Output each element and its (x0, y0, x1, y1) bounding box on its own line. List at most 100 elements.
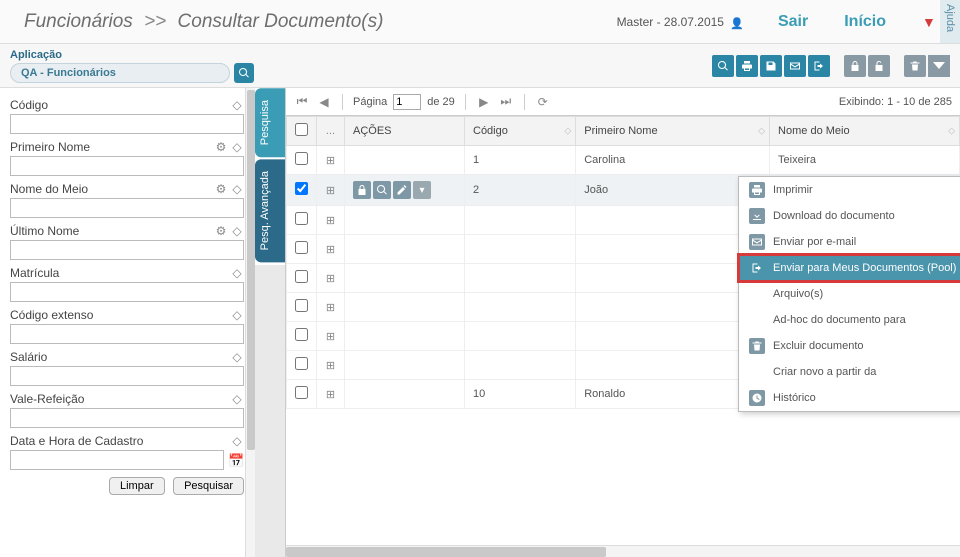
col-codigo[interactable]: Código◇ (465, 117, 576, 146)
clear-icon[interactable]: ◇ (230, 224, 244, 238)
row-checkbox[interactable] (295, 357, 308, 370)
row-expand[interactable]: ⊞ (317, 293, 345, 322)
user-icon[interactable] (730, 16, 740, 28)
field-input[interactable] (10, 366, 244, 386)
logout-button[interactable]: Sair (760, 5, 826, 39)
field-label: Vale-Refeição (10, 392, 84, 406)
row-expand[interactable]: ⊞ (317, 175, 345, 206)
gear-icon[interactable]: ⚙ (214, 182, 228, 196)
toolbar-export-button[interactable] (808, 55, 830, 77)
row-checkbox[interactable] (295, 299, 308, 312)
field-input[interactable] (10, 450, 224, 470)
clear-icon[interactable]: ◇ (230, 434, 244, 448)
row-lock-button[interactable] (353, 181, 371, 199)
context-menu-label: Excluir documento (773, 340, 864, 352)
col-primeiro-nome[interactable]: Primeiro Nome◇ (576, 117, 770, 146)
row-checkbox[interactable] (295, 152, 308, 165)
field-input[interactable] (10, 198, 244, 218)
toolbar-mail-button[interactable] (784, 55, 806, 77)
row-expand[interactable]: ⊞ (317, 322, 345, 351)
context-menu-label: Criar novo a partir da (773, 366, 876, 378)
pager-last[interactable]: ⏭ (498, 94, 514, 110)
context-menu-item[interactable]: Enviar por e-mail (739, 229, 960, 255)
search-field: Nome do Meio ⚙◇ (10, 182, 244, 218)
user-label: Master - 28.07.2015 (617, 15, 724, 29)
field-input[interactable] (10, 114, 244, 134)
row-expand[interactable]: ⊞ (317, 351, 345, 380)
row-view-button[interactable] (373, 181, 391, 199)
toolbar-lock-button[interactable] (844, 55, 866, 77)
application-label: Aplicação (10, 49, 254, 61)
pager-first[interactable]: ⏮ (294, 94, 310, 110)
row-expand[interactable]: ⊞ (317, 264, 345, 293)
clear-icon[interactable]: ◇ (230, 308, 244, 322)
tab-pesquisa-avancada[interactable]: Pesq. Avançada (255, 159, 285, 262)
help-tab[interactable]: Ajuda (940, 0, 960, 43)
clear-icon[interactable]: ◇ (230, 140, 244, 154)
clear-icon[interactable]: ◇ (230, 98, 244, 112)
breadcrumb-root[interactable]: Funcionários (24, 11, 133, 32)
dropdown-toggle[interactable]: ▼ (904, 6, 940, 38)
search-panel-scrollbar[interactable] (245, 88, 255, 557)
context-menu-item[interactable]: Download do documento (739, 203, 960, 229)
col-actions[interactable]: AÇÕES (345, 117, 465, 146)
pager-prev[interactable]: ◀ (316, 94, 332, 110)
context-menu-item[interactable]: Criar novo a partir da ▶ (739, 359, 960, 385)
context-menu-item[interactable]: Arquivo(s) ▶ (739, 281, 960, 307)
search-field: Código ◇ (10, 98, 244, 134)
export-icon (813, 60, 825, 72)
table-horizontal-scrollbar[interactable] (286, 545, 960, 557)
toolbar-search-button[interactable] (712, 55, 734, 77)
home-button[interactable]: Início (826, 5, 904, 39)
vertical-tabs: Pesquisa Pesq. Avançada (255, 88, 285, 557)
context-menu-item[interactable]: Enviar para Meus Documentos (Pool) (739, 255, 960, 281)
row-menu-button[interactable]: ▾ (413, 181, 431, 199)
row-expand[interactable]: ⊞ (317, 146, 345, 175)
field-input[interactable] (10, 282, 244, 302)
clear-icon[interactable]: ◇ (230, 182, 244, 196)
toolbar-print-button[interactable] (736, 55, 758, 77)
field-input[interactable] (10, 240, 244, 260)
tab-pesquisa[interactable]: Pesquisa (255, 88, 285, 157)
page-input[interactable] (393, 94, 421, 110)
row-edit-button[interactable] (393, 181, 411, 199)
search-field: Código extenso ◇ (10, 308, 244, 344)
context-menu-label: Enviar para Meus Documentos (Pool) (773, 262, 956, 274)
row-checkbox[interactable] (295, 270, 308, 283)
toolbar-unlock-button[interactable] (868, 55, 890, 77)
gear-icon[interactable]: ⚙ (214, 140, 228, 154)
row-checkbox[interactable] (295, 386, 308, 399)
toolbar-delete-button[interactable] (904, 55, 926, 77)
toolbar-save-button[interactable] (760, 55, 782, 77)
row-checkbox[interactable] (295, 241, 308, 254)
application-input[interactable] (10, 63, 230, 83)
col-nome-meio[interactable]: Nome do Meio◇ (770, 117, 960, 146)
calendar-icon[interactable]: 📅 (228, 453, 244, 469)
col-expand: ... (317, 117, 345, 146)
field-input[interactable] (10, 408, 244, 428)
gear-icon[interactable]: ⚙ (214, 224, 228, 238)
clear-button[interactable]: Limpar (109, 477, 165, 495)
clear-icon[interactable]: ◇ (230, 266, 244, 280)
field-input[interactable] (10, 324, 244, 344)
row-checkbox[interactable] (295, 328, 308, 341)
context-menu-item[interactable]: Histórico (739, 385, 960, 411)
context-menu-item[interactable]: Imprimir (739, 177, 960, 203)
select-all-checkbox[interactable] (295, 123, 308, 136)
clear-icon[interactable]: ◇ (230, 392, 244, 406)
field-input[interactable] (10, 156, 244, 176)
pager-next[interactable]: ▶ (476, 94, 492, 110)
application-search-button[interactable] (234, 63, 254, 83)
toolbar-more-button[interactable] (928, 55, 950, 77)
table-row[interactable]: ⊞ 1 Carolina Teixeira (287, 146, 960, 175)
row-expand[interactable]: ⊞ (317, 235, 345, 264)
row-checkbox[interactable] (295, 212, 308, 225)
row-checkbox[interactable] (295, 182, 308, 195)
clear-icon[interactable]: ◇ (230, 350, 244, 364)
context-menu-item[interactable]: Ad-hoc do documento para ▶ (739, 307, 960, 333)
pager-refresh[interactable]: ⟳ (535, 94, 551, 110)
search-button[interactable]: Pesquisar (173, 477, 244, 495)
context-menu-item[interactable]: Excluir documento (739, 333, 960, 359)
row-expand[interactable]: ⊞ (317, 206, 345, 235)
row-expand[interactable]: ⊞ (317, 380, 345, 409)
